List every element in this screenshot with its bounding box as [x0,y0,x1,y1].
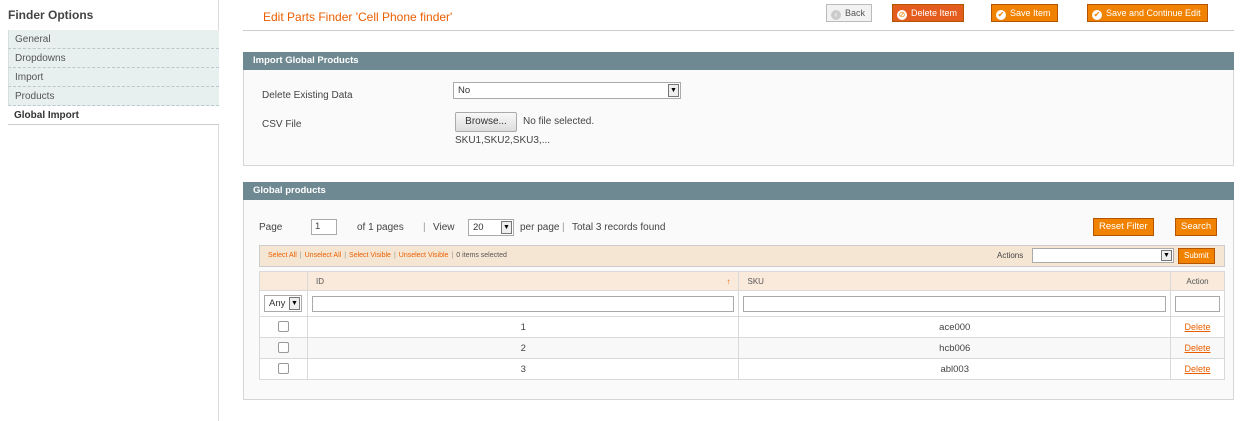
mass-selection-links: Select All | Unselect All | Select Visible | U… [268,252,507,259]
check-icon: ✔ [1092,10,1102,20]
header-divider [243,30,1234,31]
row-checkbox[interactable] [277,342,289,354]
row-id: 1 [306,316,740,338]
sku-filter-input[interactable] [743,295,1166,312]
tab-products[interactable]: Products [8,87,219,106]
action-column-header: Action [1170,271,1225,291]
row-checkbox[interactable] [277,363,289,375]
selected-count: 0 items selected [456,252,507,259]
products-grid: ID ↑ SKU Action Any ▼ 1 ace000 Delete 2 h… [259,271,1225,380]
grid-filter-row: Any ▼ [259,290,1225,317]
delete-existing-label: Delete Existing Data [262,90,353,101]
chevron-down-icon: ▼ [289,297,300,310]
pager-total-records: Total 3 records found [572,222,666,233]
save-item-button[interactable]: ✔ Save Item [991,4,1058,22]
pager-view-label: View [433,222,455,233]
id-filter-input[interactable] [311,295,735,312]
sku-column-header[interactable]: SKU [738,271,1171,291]
row-sku: abl003 [738,358,1171,380]
browse-button[interactable]: Browse... [455,112,517,132]
tab-dropdowns[interactable]: Dropdowns [8,49,219,68]
select-all-link[interactable]: Select All [268,252,297,259]
sidebar: Finder Options General Dropdowns Import … [0,0,219,421]
page-title: Edit Parts Finder 'Cell Phone finder' [263,10,453,24]
select-filter[interactable]: Any ▼ [264,295,302,312]
unselect-visible-link[interactable]: Unselect Visible [399,252,449,259]
sidebar-tabs: General Dropdowns Import Products Global… [8,30,219,125]
back-arrow-icon: ‹ [831,10,841,20]
row-delete-link[interactable]: Delete [1184,364,1210,374]
table-row: 3 abl003 Delete [259,358,1225,380]
chevron-down-icon: ▼ [1161,250,1172,261]
pager-page-label: Page [259,222,283,233]
save-and-continue-button[interactable]: ✔ Save and Continue Edit [1087,4,1208,22]
table-row: 1 ace000 Delete [259,316,1225,338]
chevron-down-icon: ▼ [501,221,512,234]
delete-item-button[interactable]: ⊘ Delete Item [892,4,965,22]
csv-file-label: CSV File [262,119,302,130]
actions-select[interactable]: ▼ [1032,248,1174,263]
check-icon: ✔ [996,10,1006,20]
reset-filter-button[interactable]: Reset Filter [1093,218,1154,236]
grid-header-row: ID ↑ SKU Action [259,271,1225,291]
select-visible-link[interactable]: Select Visible [349,252,391,259]
global-products-header: Global products [243,182,1234,200]
row-sku: hcb006 [738,337,1171,359]
table-row: 2 hcb006 Delete [259,337,1225,359]
pager-of-pages: of 1 pages [357,222,404,233]
massaction-bar: Select All | Unselect All | Select Visible | U… [259,245,1225,267]
select-column-header [259,271,308,291]
row-delete-link[interactable]: Delete [1184,322,1210,332]
file-status: No file selected. [523,116,595,127]
page-number-input[interactable]: 1 [311,219,337,235]
row-id: 2 [306,337,740,359]
delete-icon: ⊘ [897,10,907,20]
back-button[interactable]: ‹ Back [826,4,873,22]
import-section-header: Import Global Products [243,52,1234,70]
submit-button[interactable]: Submit [1178,248,1215,264]
sort-arrow-icon: ↑ [726,276,731,286]
delete-existing-select[interactable]: No ▼ [453,82,681,99]
csv-format-note: SKU1,SKU2,SKU3,... [455,135,551,146]
per-page-select[interactable]: 20 ▼ [468,219,514,236]
sidebar-title: Finder Options [8,8,94,22]
search-button[interactable]: Search [1175,218,1218,236]
row-id: 3 [306,358,740,380]
row-checkbox[interactable] [277,321,289,333]
actions-label: Actions [997,251,1024,260]
pager-per-page-label: per page [520,222,560,233]
import-section-body [243,70,1234,166]
unselect-all-link[interactable]: Unselect All [305,252,342,259]
tab-global-import[interactable]: Global Import [8,106,219,125]
tab-general[interactable]: General [8,30,219,49]
row-delete-link[interactable]: Delete [1184,343,1210,353]
chevron-down-icon: ▼ [668,84,679,97]
row-sku: ace000 [738,316,1171,338]
tab-import[interactable]: Import [8,68,219,87]
action-filter-input[interactable] [1175,295,1220,312]
id-column-header[interactable]: ID ↑ [306,271,740,291]
